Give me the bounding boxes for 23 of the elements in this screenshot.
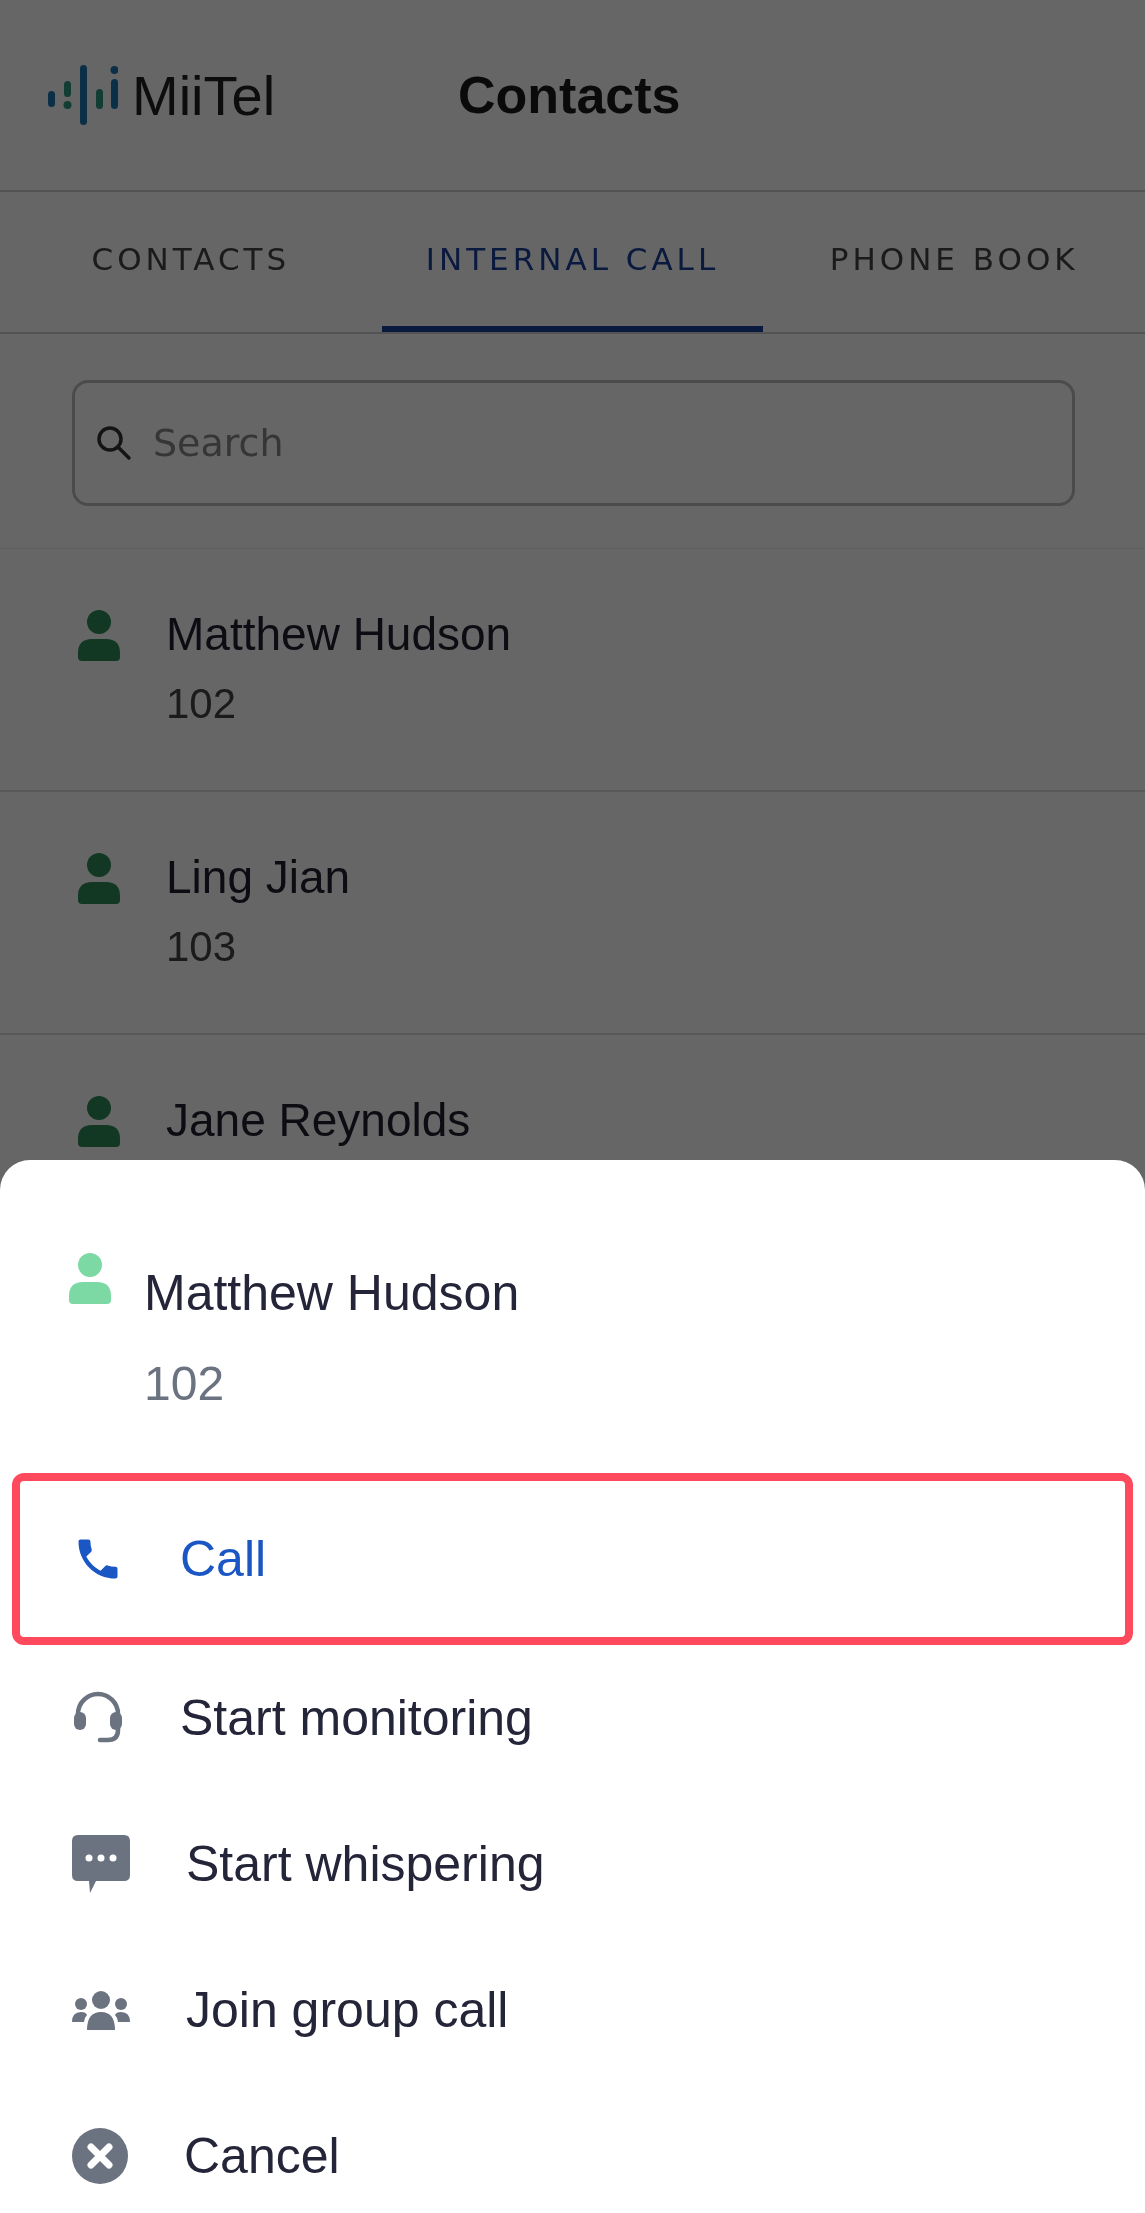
page-title: Contacts [458,65,681,125]
tab[interactable]: CONTACTS [0,192,382,332]
extension-number: 102 [144,1356,226,1411]
contact-name: Ling Jian [166,852,351,903]
chat-bubble-icon [72,1835,130,1893]
logo-icon [48,65,118,125]
extension-number: 103 [166,922,238,971]
close-icon [72,2128,128,2184]
contact-name: Matthew Hudson [166,609,512,660]
search-icon [96,425,132,461]
contact-row[interactable]: Matthew Hudson 102 [0,549,1145,792]
person-icon [76,609,122,661]
logo-text: MiiTel [132,62,276,128]
extension-number: 102 [166,679,238,728]
contact-row[interactable]: Ling Jian 103 [0,792,1145,1035]
action-item[interactable]: Call [12,1473,1133,1645]
contact-name: Jane Reynolds [166,1095,471,1146]
person-icon [76,1095,122,1147]
tab[interactable]: PHONE BOOK [763,192,1145,332]
tab[interactable]: INTERNAL CALL [381,192,764,332]
person-icon [66,1252,114,1304]
group-icon [72,1990,130,2030]
person-icon [76,852,122,904]
